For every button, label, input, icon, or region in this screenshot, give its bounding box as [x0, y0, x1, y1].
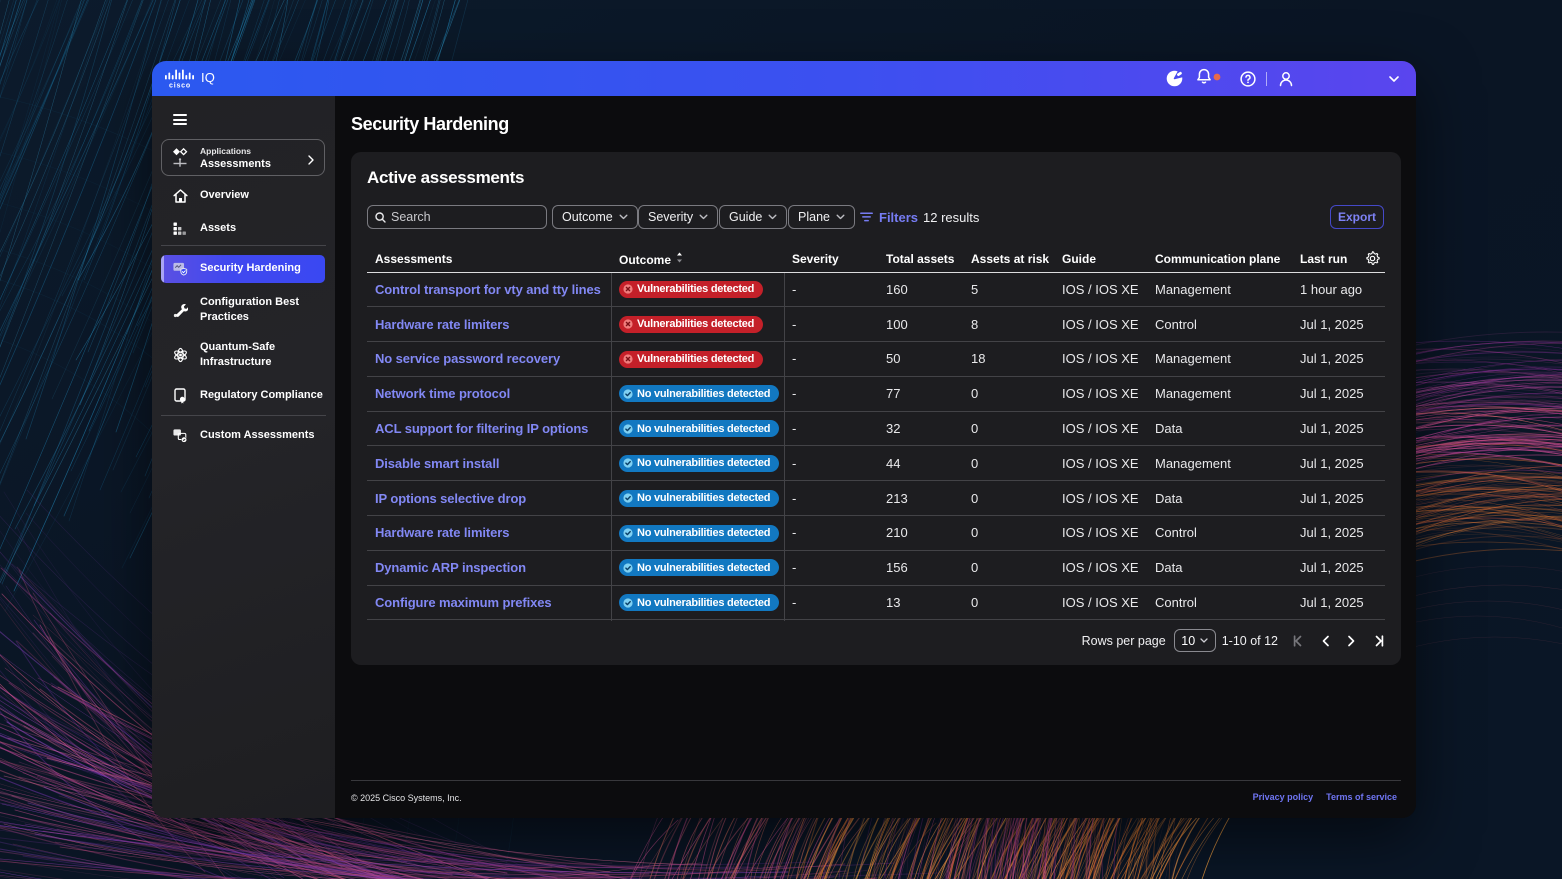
svg-text:cisco: cisco	[169, 83, 191, 89]
